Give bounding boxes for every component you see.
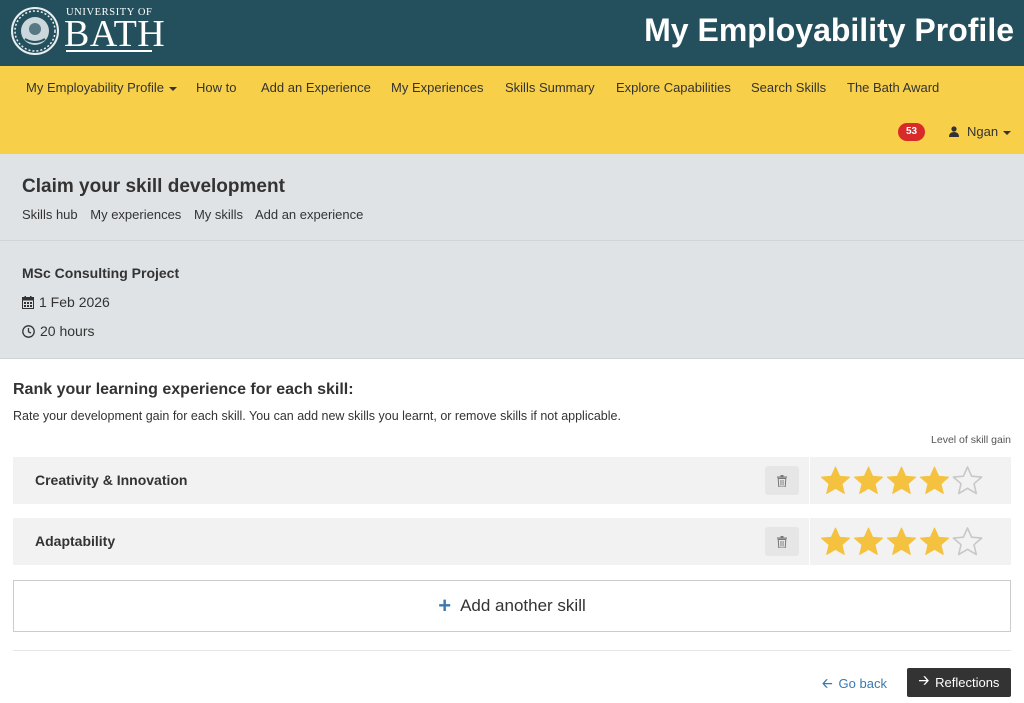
nav-explore-capabilities[interactable]: Explore Capabilities xyxy=(616,80,731,95)
breadcrumb-skills-hub[interactable]: Skills hub xyxy=(22,207,78,222)
reflections-button[interactable]: 🡢 Reflections xyxy=(907,668,1011,697)
remove-skill-button[interactable] xyxy=(765,527,799,556)
skill-rating[interactable] xyxy=(819,465,984,496)
chevron-down-icon xyxy=(1003,130,1012,135)
breadcrumb-my-skills[interactable]: My skills xyxy=(194,207,243,222)
nav-how-to[interactable]: How to xyxy=(196,80,236,95)
star-filled-icon[interactable] xyxy=(885,526,918,557)
main-navbar: My Employability Profile How to Add an E… xyxy=(0,66,1024,154)
experience-date-row: 1 Feb 2026 xyxy=(22,294,110,310)
app-title: My Employability Profile xyxy=(644,12,1014,48)
row-divider xyxy=(809,457,810,504)
rank-section-description: Rate your development gain for each skil… xyxy=(13,409,621,423)
experience-duration-row: 20 hours xyxy=(22,323,94,339)
experience-duration: 20 hours xyxy=(40,323,95,339)
star-filled-icon[interactable] xyxy=(852,465,885,496)
user-name: Ngan xyxy=(967,124,999,139)
reflections-label: Reflections xyxy=(935,675,1000,690)
star-filled-icon[interactable] xyxy=(918,465,951,496)
user-menu[interactable]: Ngan xyxy=(949,124,1012,139)
star-empty-icon[interactable] xyxy=(951,465,984,496)
calendar-icon xyxy=(22,296,34,309)
nav-skills-summary[interactable]: Skills Summary xyxy=(505,80,595,95)
top-header: UNIVERSITY OF BATH My Employability Prof… xyxy=(0,0,1024,66)
remove-skill-button[interactable] xyxy=(765,466,799,495)
chevron-down-icon xyxy=(169,86,177,91)
star-filled-icon[interactable] xyxy=(885,465,918,496)
trash-icon xyxy=(777,474,787,487)
trash-icon xyxy=(777,535,787,548)
arrow-left-icon: 🡠 xyxy=(822,676,833,691)
nav-the-bath-award[interactable]: The Bath Award xyxy=(847,80,939,95)
university-seal-logo[interactable] xyxy=(11,7,59,55)
rank-section-title: Rank your learning experience for each s… xyxy=(13,381,354,398)
plus-icon: + xyxy=(438,593,452,618)
nav-search-skills[interactable]: Search Skills xyxy=(751,80,826,95)
experience-name: MSc Consulting Project xyxy=(22,265,180,281)
notification-badge[interactable]: 53 xyxy=(898,123,925,141)
clock-icon xyxy=(22,325,35,338)
nav-my-employability-profile[interactable]: My Employability Profile xyxy=(26,80,177,95)
level-of-skill-gain-label: Level of skill gain xyxy=(931,434,1011,446)
skill-row: Adaptability xyxy=(13,518,1011,565)
arrow-right-icon: 🡢 xyxy=(918,672,930,688)
nav-my-experiences[interactable]: My Experiences xyxy=(391,80,483,95)
skill-name: Adaptability xyxy=(35,533,116,549)
star-empty-icon[interactable] xyxy=(951,526,984,557)
page-title: Claim your skill development xyxy=(22,176,285,197)
add-skill-label: Add another skill xyxy=(460,596,586,615)
page-header: Claim your skill development Skills hub … xyxy=(0,154,1024,241)
star-filled-icon[interactable] xyxy=(918,526,951,557)
skill-rating[interactable] xyxy=(819,526,984,557)
user-icon xyxy=(949,126,959,137)
experience-details: MSc Consulting Project 1 Feb 2026 20 hou… xyxy=(0,241,1024,359)
skill-row: Creativity & Innovation xyxy=(13,457,1011,504)
go-back-label: Go back xyxy=(838,676,887,691)
add-another-skill-button[interactable]: + Add another skill xyxy=(13,580,1011,632)
nav-label: My Employability Profile xyxy=(26,80,164,95)
row-divider xyxy=(809,518,810,565)
breadcrumb: Skills hub My experiences My skills Add … xyxy=(22,207,372,222)
logo-underline xyxy=(66,50,152,52)
star-filled-icon[interactable] xyxy=(819,465,852,496)
breadcrumb-my-experiences[interactable]: My experiences xyxy=(90,207,181,222)
breadcrumb-add-an-experience[interactable]: Add an experience xyxy=(255,207,363,222)
go-back-link[interactable]: 🡠 Go back xyxy=(822,675,887,697)
experience-date: 1 Feb 2026 xyxy=(39,294,110,310)
star-filled-icon[interactable] xyxy=(819,526,852,557)
logo-bath[interactable]: BATH xyxy=(64,15,165,53)
skill-name: Creativity & Innovation xyxy=(35,472,188,488)
section-divider xyxy=(13,650,1011,651)
star-filled-icon[interactable] xyxy=(852,526,885,557)
nav-add-an-experience[interactable]: Add an Experience xyxy=(261,80,371,95)
